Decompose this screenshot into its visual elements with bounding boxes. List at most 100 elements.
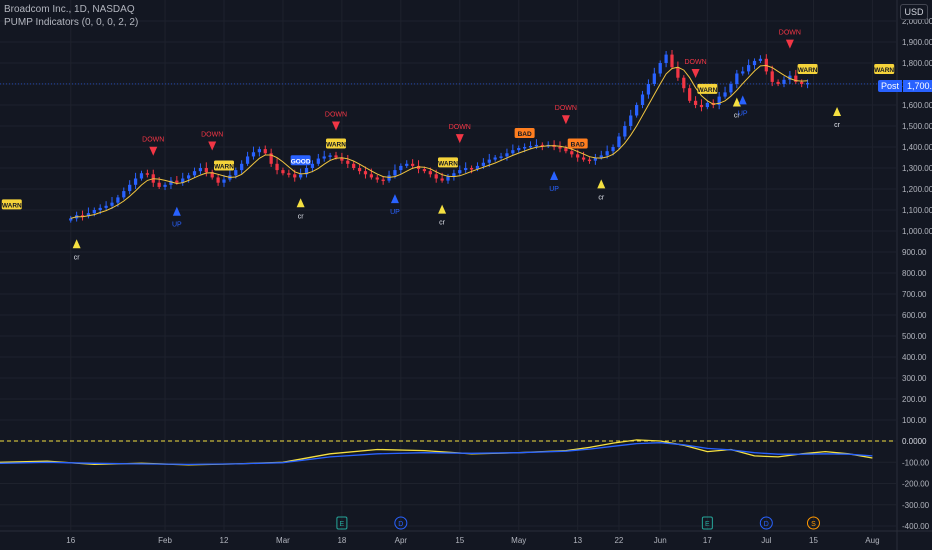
candle-body (263, 149, 267, 154)
time-tick-label: 17 (703, 536, 712, 545)
price-tick-label: 700.00 (902, 290, 927, 299)
last-price-tag: Post1,700.25 (878, 80, 932, 92)
chart-canvas[interactable]: WARN cr DOWN UP DOWN WARN GOOD cr DOWN WARN UP cr WA… (0, 0, 932, 550)
candle-body (316, 158, 320, 164)
event-label: E (340, 521, 345, 528)
signal-label: DOWN (779, 30, 801, 37)
candle-body (245, 156, 250, 164)
osc-tick-label: -400.00 (902, 522, 930, 531)
price-tick-label: 1,300.00 (902, 164, 932, 173)
candle-body (216, 177, 220, 183)
signal-up-marker (172, 206, 181, 216)
candle-body (676, 67, 680, 78)
candle-body (204, 168, 208, 173)
price-tick-label: 900.00 (902, 248, 927, 257)
candle-body (487, 159, 491, 163)
candle-body (640, 94, 645, 105)
candle-body (623, 126, 627, 137)
candle-body (558, 147, 562, 149)
candle-body (481, 162, 485, 166)
candle-body (499, 156, 503, 158)
signal-label: WARN (697, 87, 717, 94)
time-tick-label: 22 (614, 536, 623, 545)
time-tick-label: 13 (573, 536, 582, 545)
time-tick-label: 18 (337, 536, 346, 545)
signal-up-marker (550, 171, 559, 180)
indicator-legend[interactable]: PUMP Indicators (0, 0, 0, 2, 2) (4, 17, 138, 28)
price-tick-label: 500.00 (902, 332, 927, 341)
price-pane[interactable]: WARN cr DOWN UP DOWN WARN GOOD cr DOWN WARN UP cr WA… (0, 30, 896, 262)
candle-body (145, 173, 149, 175)
candle-body (287, 173, 291, 175)
candle-body (434, 174, 438, 179)
candle-body (128, 184, 132, 192)
signal-up-marker (597, 179, 606, 189)
signal-label: DOWN (449, 124, 471, 131)
candle-body (493, 157, 497, 160)
event-label: D (764, 521, 769, 528)
candle-body (139, 173, 144, 179)
candle-body (782, 79, 786, 84)
candle-body (658, 63, 662, 74)
candle-body (293, 174, 297, 178)
candle-body (393, 170, 397, 176)
signal-label: cr (439, 220, 446, 227)
signal-label: cr (298, 213, 305, 220)
signal-label: DOWN (684, 59, 706, 66)
candle-body (758, 58, 763, 61)
signal-label: WARN (874, 67, 894, 74)
time-tick-label: Apr (395, 536, 408, 545)
signal-label: UP (172, 222, 182, 229)
price-tick-label: 1,600.00 (902, 101, 932, 110)
oscillator-pane[interactable] (0, 439, 896, 466)
signal-up-marker (738, 95, 747, 105)
candle-body (629, 115, 633, 126)
price-tick-label: 200.00 (902, 395, 927, 404)
candle-body (310, 163, 315, 168)
candle-body (570, 151, 574, 155)
candle-body (328, 155, 332, 157)
candle-body (505, 153, 509, 157)
candle-body (375, 177, 379, 180)
signal-down-marker (691, 69, 700, 78)
price-tick-label: 100.00 (902, 416, 927, 425)
candle-body (528, 145, 533, 148)
signal-label: WARN (438, 160, 458, 167)
signal-label: DOWN (555, 105, 577, 112)
time-tick-label: 12 (220, 536, 229, 545)
event-label: D (398, 521, 403, 528)
candle-body (523, 147, 527, 149)
candle-body (800, 81, 804, 84)
event-label: S (811, 521, 816, 528)
signal-label: cr (598, 194, 605, 201)
osc-tick-label: 0.0000 (902, 437, 927, 446)
candle-body (652, 73, 656, 84)
signal-label: UP (390, 209, 400, 216)
candle-body (705, 102, 709, 108)
price-tick-label: 1,800.00 (902, 59, 932, 68)
price-tick-label: 1,200.00 (902, 185, 932, 194)
osc-tick-label: -100.00 (902, 458, 930, 467)
time-tick-label: Aug (865, 536, 879, 545)
symbol-legend[interactable]: Broadcom Inc., 1D, NASDAQ (4, 4, 135, 15)
last-price-value: 1,700.25 (903, 80, 932, 92)
signal-label: WARN (798, 67, 818, 74)
signal-label: cr (834, 122, 841, 129)
candle-body (122, 191, 126, 198)
time-tick-label: 15 (455, 536, 464, 545)
candle-body (222, 179, 226, 183)
candle-body (452, 173, 456, 177)
candle-body (163, 184, 167, 187)
candle-body (576, 154, 580, 158)
price-axis[interactable]: 2,000.001,900.001,800.001,700.001,600.00… (902, 17, 932, 531)
time-axis[interactable]: 16 Feb 12 Mar 18 Apr 15 May 13 22 Jun 17 Jul 15 Aug (66, 536, 879, 545)
candle-body (322, 156, 326, 159)
osc-tick-label: -200.00 (902, 480, 930, 489)
candle-body (688, 88, 692, 101)
post-market-label: Post (878, 80, 903, 92)
candle-body (611, 147, 615, 152)
currency-button[interactable]: USD (900, 4, 928, 20)
candle-body (251, 152, 256, 157)
candle-body (104, 205, 108, 208)
time-tick-label: 16 (66, 536, 75, 545)
